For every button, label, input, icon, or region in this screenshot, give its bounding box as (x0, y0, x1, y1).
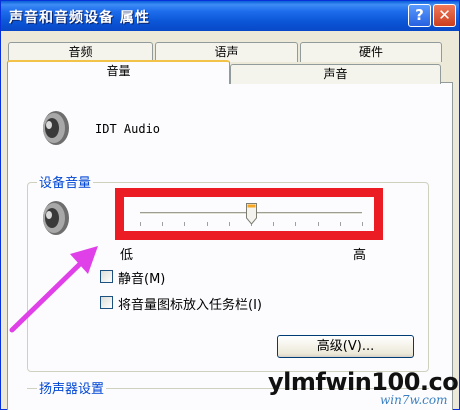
tab-volume[interactable]: 音量 (7, 60, 230, 84)
watermark-text: ylmfwin100.com (268, 368, 460, 396)
watermark-subtext: win7w.com (380, 393, 448, 407)
